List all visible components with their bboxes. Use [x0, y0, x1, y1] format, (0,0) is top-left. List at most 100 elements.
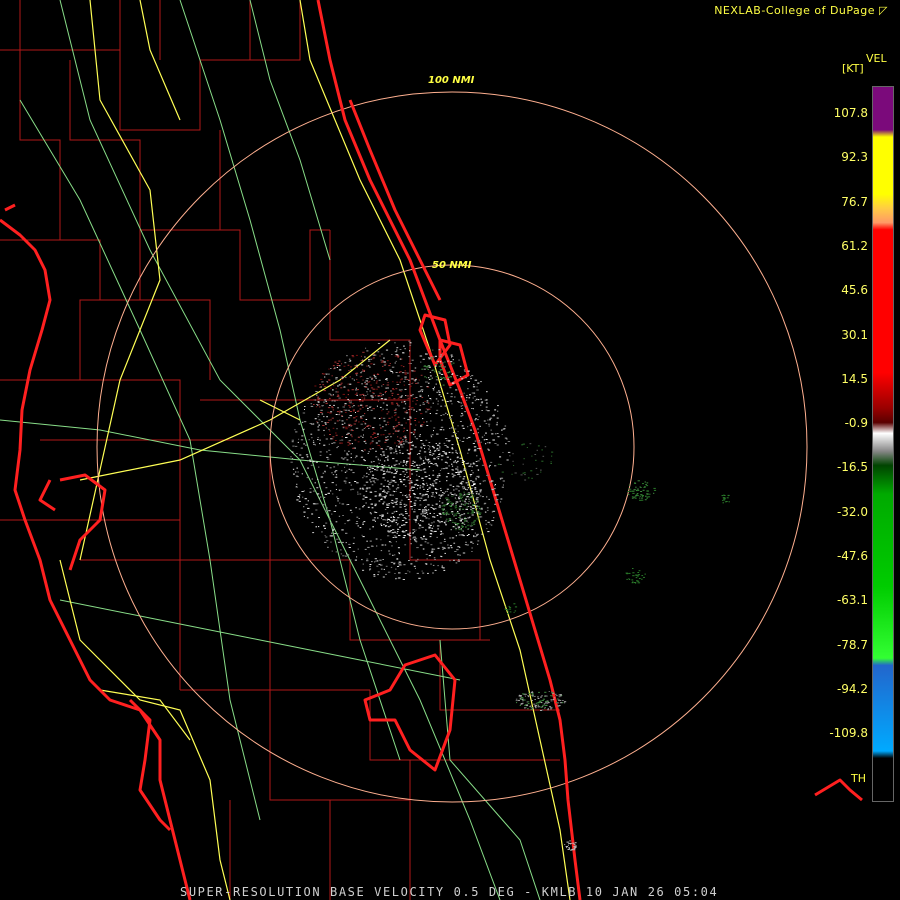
echo-pixel [345, 426, 348, 428]
echo-pixel [477, 505, 480, 507]
echo-pixel [463, 513, 466, 515]
echo-pixel [524, 474, 526, 476]
echo-pixel [402, 431, 405, 433]
echo-pixel [413, 433, 415, 435]
velocity-echoes [290, 340, 730, 851]
echo-pixel [459, 365, 462, 367]
echo-pixel [381, 517, 382, 519]
echo-pixel [439, 500, 441, 502]
echo-pixel [311, 522, 314, 523]
echo-pixel [332, 528, 335, 530]
echo-pixel [362, 495, 365, 497]
echo-pixel [365, 347, 367, 349]
echo-pixel [364, 439, 367, 441]
echo-pixel [487, 521, 490, 523]
echo-pixel [467, 426, 469, 428]
echo-pixel [463, 493, 466, 495]
echo-pixel [432, 389, 435, 391]
echo-pixel [628, 484, 631, 486]
echo-pixel [354, 457, 357, 459]
echo-pixel [394, 426, 397, 428]
echo-pixel [566, 841, 569, 843]
echo-pixel [396, 524, 398, 526]
echo-pixel [368, 359, 370, 361]
echo-pixel [399, 474, 402, 475]
echo-pixel [423, 368, 426, 370]
echo-pixel [451, 435, 454, 437]
echo-pixel [492, 439, 495, 441]
echo-pixel [432, 470, 434, 472]
echo-pixel [431, 527, 434, 529]
echo-pixel [458, 496, 460, 498]
echo-pixel [458, 507, 461, 509]
echo-pixel [449, 537, 451, 539]
echo-pixel [337, 464, 339, 466]
echo-pixel [501, 429, 503, 431]
echo-pixel [374, 376, 377, 378]
echo-pixel [326, 381, 329, 383]
echo-pixel [331, 407, 334, 409]
echo-pixel [291, 451, 294, 453]
echo-pixel [331, 442, 334, 444]
echo-pixel [444, 461, 447, 463]
echo-pixel [550, 700, 553, 702]
echo-pixel [457, 469, 459, 471]
echo-pixel [382, 434, 385, 436]
echo-pixel [395, 541, 397, 543]
echo-pixel [430, 485, 433, 487]
echo-pixel [428, 448, 430, 450]
echo-pixel [726, 501, 728, 502]
echo-pixel [722, 502, 724, 504]
echo-pixel [429, 413, 431, 414]
echo-pixel [480, 516, 483, 518]
echo-pixel [447, 513, 449, 515]
echo-pixel [355, 373, 357, 375]
echo-pixel [362, 498, 365, 500]
echo-pixel [326, 465, 328, 467]
echo-pixel [500, 501, 502, 503]
echo-pixel [428, 366, 431, 368]
echo-pixel [463, 476, 466, 478]
echo-pixel [491, 480, 494, 482]
echo-pixel [471, 375, 474, 377]
echo-pixel [296, 467, 298, 469]
echo-pixel [463, 469, 466, 471]
echo-pixel [347, 504, 350, 505]
echo-pixel [346, 459, 349, 461]
echo-pixel [409, 571, 411, 573]
echo-pixel [395, 430, 398, 432]
echo-pixel [471, 466, 473, 468]
echo-pixel [381, 515, 384, 517]
echo-pixel [327, 546, 329, 548]
echo-pixel [299, 497, 301, 499]
echo-pixel [341, 423, 344, 425]
echo-pixel [471, 470, 473, 472]
echo-pixel [531, 691, 533, 692]
echo-pixel [488, 425, 490, 427]
echo-pixel [340, 387, 343, 389]
echo-pixel [429, 449, 431, 451]
echo-pixel [383, 453, 385, 455]
echo-pixel [303, 421, 307, 423]
echo-pixel [416, 400, 418, 401]
echo-pixel [546, 700, 548, 702]
echo-pixel [393, 563, 396, 565]
echo-pixel [322, 373, 325, 375]
echo-pixel [291, 441, 294, 443]
echo-pixel [722, 497, 726, 499]
echo-pixel [433, 521, 435, 523]
echo-pixel [324, 527, 326, 529]
echo-pixel [429, 371, 432, 373]
echo-pixel [369, 512, 372, 514]
echo-pixel [458, 359, 460, 361]
echo-pixel [457, 560, 460, 562]
echo-pixel [484, 511, 487, 513]
echo-pixel [460, 496, 462, 498]
echo-pixel [425, 411, 428, 413]
echo-pixel [362, 522, 364, 524]
echo-pixel [403, 505, 406, 507]
echo-pixel [412, 445, 414, 447]
echo-pixel [432, 402, 434, 404]
echo-pixel [459, 515, 462, 517]
echo-pixel [479, 512, 481, 514]
